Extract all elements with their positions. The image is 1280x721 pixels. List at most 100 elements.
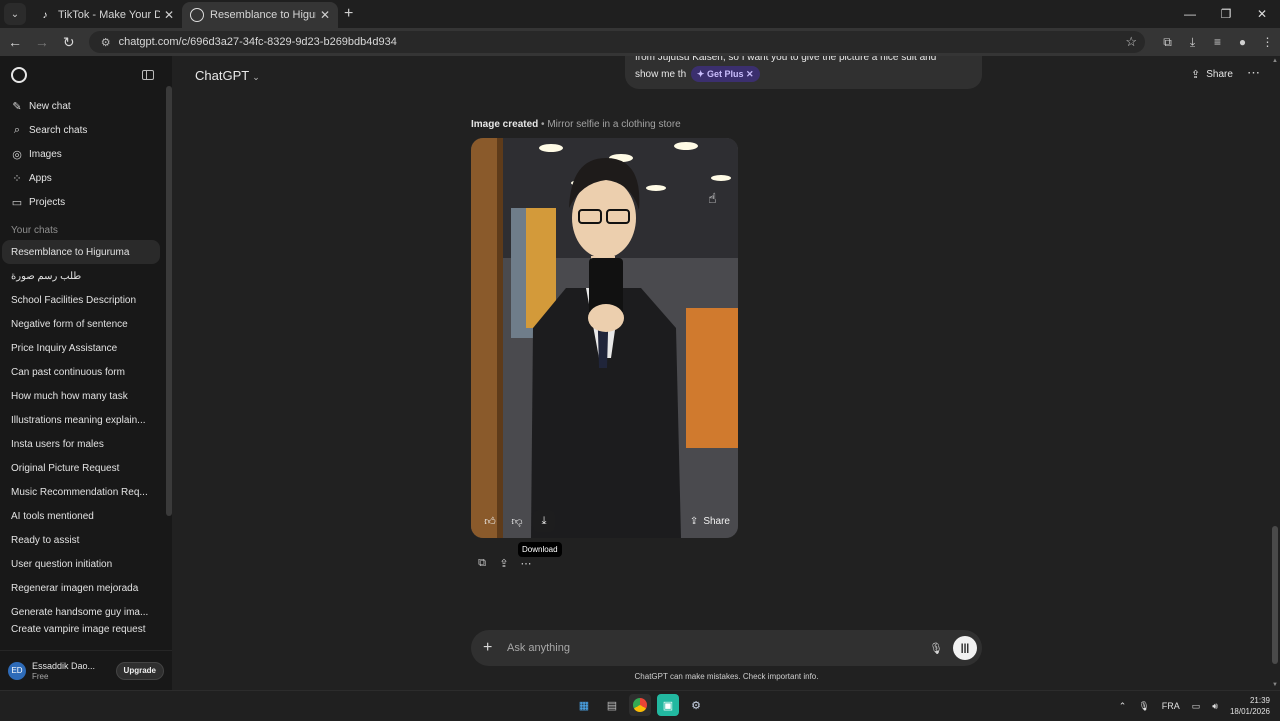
downloads-icon[interactable]: ⤓ [1180, 35, 1205, 50]
composer: + 🎙︎ ||| [471, 630, 982, 666]
chat-item[interactable]: AI tools mentioned [0, 504, 172, 528]
sidebar-images[interactable]: ◎ Images [0, 142, 172, 166]
reading-list-icon[interactable]: ≡ [1205, 35, 1230, 50]
chrome-icon[interactable] [629, 694, 651, 716]
more-options-icon[interactable]: ⋯ [1247, 65, 1260, 81]
tab-title: Resemblance to Higuruma [210, 9, 316, 21]
download-icon[interactable]: ⤓ [533, 510, 555, 532]
chat-item[interactable]: Negative form of sentence [0, 312, 172, 336]
reload-icon[interactable]: ↻ [57, 30, 81, 54]
chat-item[interactable]: Insta users for males [0, 432, 172, 456]
address-bar[interactable]: ⚙ chatgpt.com/c/696d3a27-34fc-8329-9d23-… [88, 31, 1145, 53]
taskbar: ▦ ▤ ▣ ⚙ ⌃ 🎙︎ FRA ▭ 🔊︎ 21:39 18/01/2026 [0, 690, 1280, 720]
clock-time: 21:39 [1249, 696, 1270, 705]
model-selector[interactable]: ChatGPT ⌄ [195, 68, 260, 83]
url-text: chatgpt.com/c/696d3a27-34fc-8329-9d23-b2… [118, 36, 397, 48]
tab-title: TikTok - Make Your Day [58, 9, 160, 21]
main-scrollbar[interactable]: ▲ ▼ [1272, 56, 1278, 690]
thumbs-down-icon[interactable]: 👎︎ [506, 510, 528, 532]
network-icon[interactable]: ▭ [1192, 701, 1201, 712]
more-options-icon[interactable]: ⋯ [515, 557, 537, 570]
minimize-icon[interactable]: — [1172, 0, 1208, 28]
prompt-input[interactable] [507, 642, 925, 654]
chat-item[interactable]: Create vampire image request [0, 624, 172, 638]
add-attachment-icon[interactable]: + [483, 639, 497, 657]
sidebar-apps[interactable]: ⁘ Apps [0, 166, 172, 190]
file-explorer-icon[interactable]: ▤ [601, 694, 623, 716]
back-icon[interactable]: ← [3, 30, 27, 54]
header-share-button[interactable]: ⇪ Share [1191, 68, 1233, 81]
clock[interactable]: 21:39 18/01/2026 [1230, 695, 1270, 717]
tab-tiktok[interactable]: ♪ TikTok - Make Your Day ✕ [30, 2, 182, 28]
profile-icon[interactable]: ● [1230, 35, 1255, 50]
chat-item[interactable]: Price Inquiry Assistance [0, 336, 172, 360]
tray-overflow-icon[interactable]: ⌃ [1119, 701, 1127, 712]
close-tab-icon[interactable]: ✕ [164, 8, 174, 22]
clock-date: 18/01/2026 [1229, 707, 1270, 716]
image-action-bar: 👍︎ 👎︎ ⤓ ⇪ Share [471, 504, 738, 538]
site-info-icon[interactable]: ⚙ [101, 36, 111, 49]
scroll-thumb[interactable] [1272, 526, 1278, 664]
volume-icon[interactable]: 🔊︎ [1212, 701, 1218, 712]
your-chats-heading: Your chats [11, 224, 58, 236]
chat-item[interactable]: Can past continuous form [0, 360, 172, 384]
image-share-button[interactable]: ⇪ Share [690, 516, 730, 527]
chat-item[interactable]: Regenerar imagen mejorada [0, 576, 172, 600]
search-icon: ⌕ [13, 123, 21, 136]
bookmark-star-icon[interactable]: ☆ [1125, 34, 1137, 50]
images-icon: ◎ [12, 148, 22, 161]
app-icon[interactable]: ▣ [657, 694, 679, 716]
sidebar-projects[interactable]: ▭ Projects [0, 190, 172, 214]
share-icon[interactable]: ⇪ [493, 557, 515, 570]
close-tab-icon[interactable]: ✕ [320, 8, 330, 22]
chat-item[interactable]: طلب رسم صورة [0, 264, 172, 288]
browser-tab-bar: ⌄ ♪ TikTok - Make Your Day ✕ Resemblance… [0, 0, 1280, 28]
folder-icon: ▭ [11, 196, 23, 209]
tab-chatgpt[interactable]: Resemblance to Higuruma ✕ [182, 2, 338, 28]
close-icon[interactable]: ✕ [746, 69, 754, 79]
share-label: Share [703, 515, 730, 527]
get-plus-button[interactable]: ✦ Get Plus ✕ [690, 66, 760, 82]
microphone-icon[interactable]: 🎙︎ [925, 642, 947, 655]
language-indicator[interactable]: FRA [1162, 701, 1180, 711]
sidebar-toggle-icon[interactable] [142, 70, 154, 80]
hand-cursor-icon: ☝︎ [708, 190, 717, 206]
new-tab-icon[interactable]: + [344, 5, 353, 23]
chatgpt-icon [190, 8, 204, 22]
steam-icon[interactable]: ⚙ [685, 694, 707, 716]
chat-item[interactable]: Generate handsome guy ima... [0, 600, 172, 624]
scroll-down-icon[interactable]: ▼ [1272, 682, 1278, 688]
chat-item[interactable]: Music Recommendation Req... [0, 480, 172, 504]
sidebar-item-label: Search chats [29, 124, 88, 136]
copy-icon[interactable]: ⧉ [471, 557, 493, 570]
close-window-icon[interactable]: ✕ [1244, 0, 1280, 28]
sidebar: ✎ New chat ⌕ Search chats ◎ Images ⁘ Apps ▭ P… [0, 56, 172, 690]
forward-icon[interactable]: → [30, 30, 54, 54]
generated-image[interactable]: 👍︎ 👎︎ ⤓ ⇪ Share [471, 138, 738, 538]
windows-start-icon[interactable]: ▦ [573, 694, 595, 716]
chat-item[interactable]: School Facilities Description [0, 288, 172, 312]
sidebar-search-chats[interactable]: ⌕ Search chats [0, 118, 172, 142]
download-tooltip: Download [518, 542, 562, 557]
chat-item[interactable]: How much how many task [0, 384, 172, 408]
upgrade-button[interactable]: Upgrade [115, 661, 164, 680]
user-account[interactable]: ED Essaddik Dao... Free Upgrade [0, 650, 172, 690]
openai-logo-icon[interactable] [11, 67, 27, 83]
voice-mode-icon[interactable]: ||| [953, 636, 977, 660]
chat-item[interactable]: User question initiation [0, 552, 172, 576]
extensions-icon[interactable]: ⧉ [1155, 35, 1180, 50]
tab-search-chevron-icon[interactable]: ⌄ [4, 3, 26, 25]
menu-dots-icon[interactable]: ⋮ [1255, 35, 1280, 50]
user-message-bubble: from Jujutsu Kaisen, so I want you to gi… [625, 56, 982, 89]
thumbs-up-icon[interactable]: 👍︎ [479, 510, 501, 532]
user-name: Essaddik Dao... [32, 661, 96, 671]
avatar: ED [8, 661, 26, 680]
sidebar-new-chat[interactable]: ✎ New chat [0, 94, 172, 118]
chat-item[interactable]: Original Picture Request [0, 456, 172, 480]
chat-item[interactable]: Illustrations meaning explain... [0, 408, 172, 432]
microphone-tray-icon[interactable]: 🎙︎ [1138, 701, 1149, 712]
chat-item[interactable]: Resemblance to Higuruma [2, 240, 160, 264]
restore-icon[interactable]: ❐ [1208, 0, 1244, 28]
chat-item[interactable]: Ready to assist [0, 528, 172, 552]
scroll-up-icon[interactable]: ▲ [1272, 58, 1278, 64]
